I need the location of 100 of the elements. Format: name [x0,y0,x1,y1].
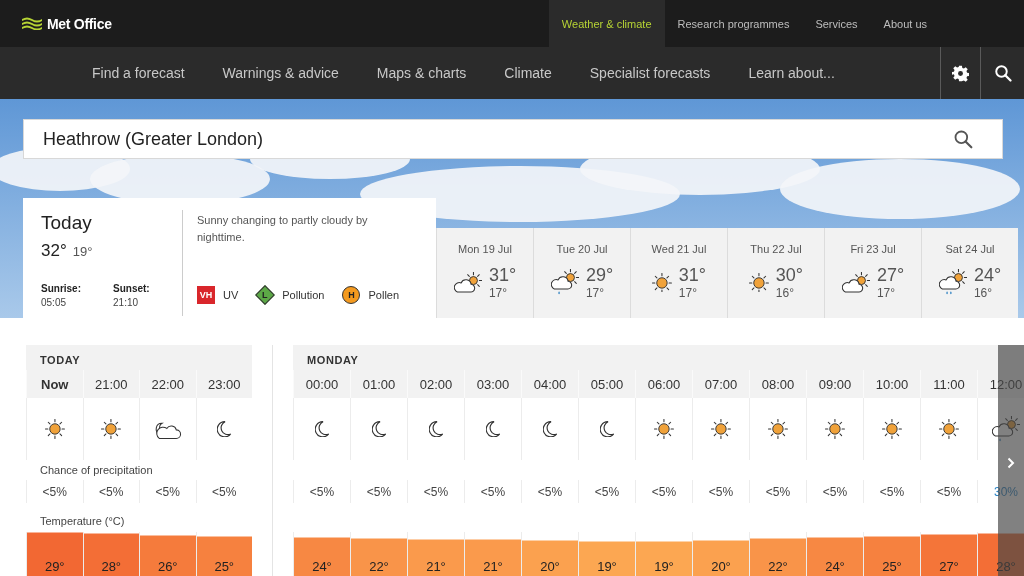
precipitation-chance: <5% [765,484,791,499]
temperature-bar: 27° [921,533,977,576]
precipitation-chance: <5% [594,484,620,499]
chevron-right-icon [1007,457,1015,469]
temperature-bar: 20° [693,540,749,576]
brand-name[interactable]: Met Office [47,15,112,32]
precipitation-chance: <5% [480,484,506,499]
cloud-sun-rain-icon [992,415,1020,443]
precipitation-chance: <5% [708,484,734,499]
sun-icon [711,419,731,439]
search-icon [953,129,973,149]
hour-label: 23:00 [207,376,241,392]
top-nav-link[interactable]: About us [870,0,940,47]
low-temperature: 19° [72,244,93,259]
hour-label: 09:00 [818,376,852,392]
temperature-bar: 28° [83,532,139,576]
sun-icon [101,419,122,439]
cloud-sun-icon [841,272,870,293]
hour-label: 11:00 [933,376,965,392]
temperature-bar: 25° [864,535,920,576]
temperature-bar: 19° [636,541,692,576]
moon-icon [428,420,444,438]
sun-icon [44,419,65,439]
day-heading: TODAY [26,345,252,370]
cloud-sun-rain-icon [938,269,967,296]
day-tab[interactable]: Wed 21 Jul 31° 17° [630,228,727,318]
temperature-bar: 21° [408,539,464,576]
forecast-summary: Sunny changing to partly cloudy by nighttime. [197,213,369,245]
day-tab[interactable]: Sat 24 Jul 24° 16° [921,228,1018,318]
day-tab[interactable]: Mon 19 Jul 31° 17° [436,228,533,318]
precipitation-chance: <5% [651,484,677,499]
temperature-bar: 24° [807,536,863,576]
precipitation-chance: <5% [822,484,848,499]
today-card[interactable]: Today 32° 19° Sunrise: 05:05 Sunset: 21:10 Sunny changing to partly cloudy by nighttime. VH UV L Pollution H Pollen [23,198,436,318]
main-nav-link[interactable]: Warnings & advice [222,65,339,81]
hour-label: 07:00 [704,376,738,392]
main-nav-link[interactable]: Maps & charts [376,65,467,81]
uv-level-badge: VH [197,286,215,304]
main-nav-link[interactable]: Find a forecast [92,65,185,81]
precipitation-chance: <5% [537,484,563,499]
high-temperature: 32° [41,241,67,261]
precipitation-chance: <5% [423,484,449,499]
pollen-level-badge: H [342,286,361,304]
temperature-bar: 24° [294,536,350,576]
temperature-bar: 20° [522,540,578,576]
temperature-bar: 26° [140,534,196,576]
temperature-bar: 22° [750,538,806,576]
precipitation-chance: <5% [936,484,962,499]
hour-label: 05:00 [590,376,624,392]
cloud-sun-rain-icon [550,269,579,296]
hour-label: 00:00 [305,376,339,392]
hour-label: 08:00 [761,376,795,392]
cloud-sun-icon [453,272,482,293]
precipitation-chance: <5% [309,484,335,499]
main-nav-link[interactable]: Climate [504,65,552,81]
precipitation-chance: <5% [99,484,124,499]
sunrise-label: Sunrise: [41,283,81,294]
day-tab[interactable]: Tue 20 Jul 29° 17° [533,228,630,318]
top-nav-link[interactable]: Research programmes [664,0,803,47]
logo-icon [21,17,43,30]
moon-icon [371,420,387,438]
top-nav-link[interactable]: Services [802,0,871,47]
moon-icon [216,420,232,438]
main-nav-link[interactable]: Specialist forecasts [589,65,711,81]
location-search-field[interactable]: Heathrow (Greater London) [23,119,1003,159]
precipitation-chance: <5% [42,484,67,499]
temperature-bar: 21° [465,539,521,576]
day-heading: MONDAY [293,345,1024,370]
temperature-bar: 29° [27,532,83,576]
indicator-label: UV [223,289,239,301]
sun-icon [939,419,959,439]
row-label: Chance of precipitation [40,464,153,476]
hour-label: 04:00 [533,376,567,392]
sunset-label: Sunset: [113,283,150,294]
settings-icon [952,64,969,82]
sun-icon [768,419,788,439]
sun-icon [882,419,902,439]
sun-icon [825,419,845,439]
day-tab[interactable]: Thu 22 Jul 30° 16° [727,228,824,318]
precipitation-chance: <5% [366,484,392,499]
day-tab[interactable]: Fri 23 Jul 27° 17° [824,228,921,318]
day-title: Today [41,212,93,234]
sun-icon [748,272,769,293]
hour-label: 02:00 [419,376,453,392]
hour-label: 22:00 [151,376,184,392]
hour-label: 06:00 [647,376,681,392]
hour-label: 03:00 [476,376,510,392]
sunset-time: 21:10 [113,297,140,308]
hour-label: Now [41,376,69,392]
sunrise-time: 05:05 [41,297,68,308]
hour-label: 21:00 [94,376,128,392]
indicator-label: Pollen [368,289,400,301]
main-nav-link[interactable]: Learn about... [748,65,835,81]
temperature-bar: 25° [196,535,252,576]
hour-label: 10:00 [875,376,909,392]
moon-icon [485,420,501,438]
precipitation-chance: <5% [155,484,180,499]
top-nav-link[interactable]: Weather & climate [548,0,665,47]
hour-label: 01:00 [362,376,396,392]
search-icon [993,64,1012,82]
